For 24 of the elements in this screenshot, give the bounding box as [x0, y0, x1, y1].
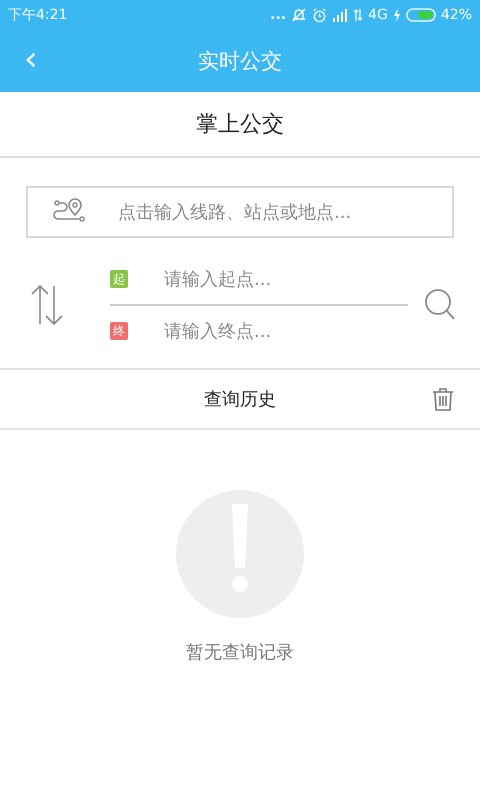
- point-tag: 终: [110, 322, 128, 340]
- signal-icon: [332, 8, 348, 22]
- swap-icon[interactable]: [30, 284, 64, 326]
- section-title: 掌上公交: [196, 111, 284, 139]
- empty-message: 暂无查询记录: [186, 641, 294, 664]
- trash-icon[interactable]: [432, 387, 454, 411]
- status-time: 下午4:21: [8, 6, 68, 24]
- search-field[interactable]: 点击输入线路、站点或地点...: [116, 200, 452, 224]
- mute-icon: [291, 7, 308, 23]
- search-box[interactable]: 点击输入线路、站点或地点...: [26, 186, 454, 238]
- point-tag: 起: [110, 270, 128, 288]
- battery-percent: 42%: [440, 7, 472, 23]
- page-title: 实时公交: [198, 48, 282, 75]
- input-field[interactable]: 请输入终点...: [162, 320, 408, 342]
- input-field[interactable]: 请输入起点...: [162, 268, 408, 290]
- battery-icon: [406, 8, 436, 22]
- back-button[interactable]: ‹: [18, 42, 44, 76]
- network-type: 4G: [368, 7, 388, 23]
- data-arrows-icon: [353, 8, 364, 22]
- charging-icon: [392, 8, 401, 22]
- search-icon[interactable]: [424, 288, 456, 322]
- alarm-icon: [312, 8, 328, 22]
- more-dots: ...: [270, 7, 286, 23]
- history-title: 查询历史: [204, 388, 276, 411]
